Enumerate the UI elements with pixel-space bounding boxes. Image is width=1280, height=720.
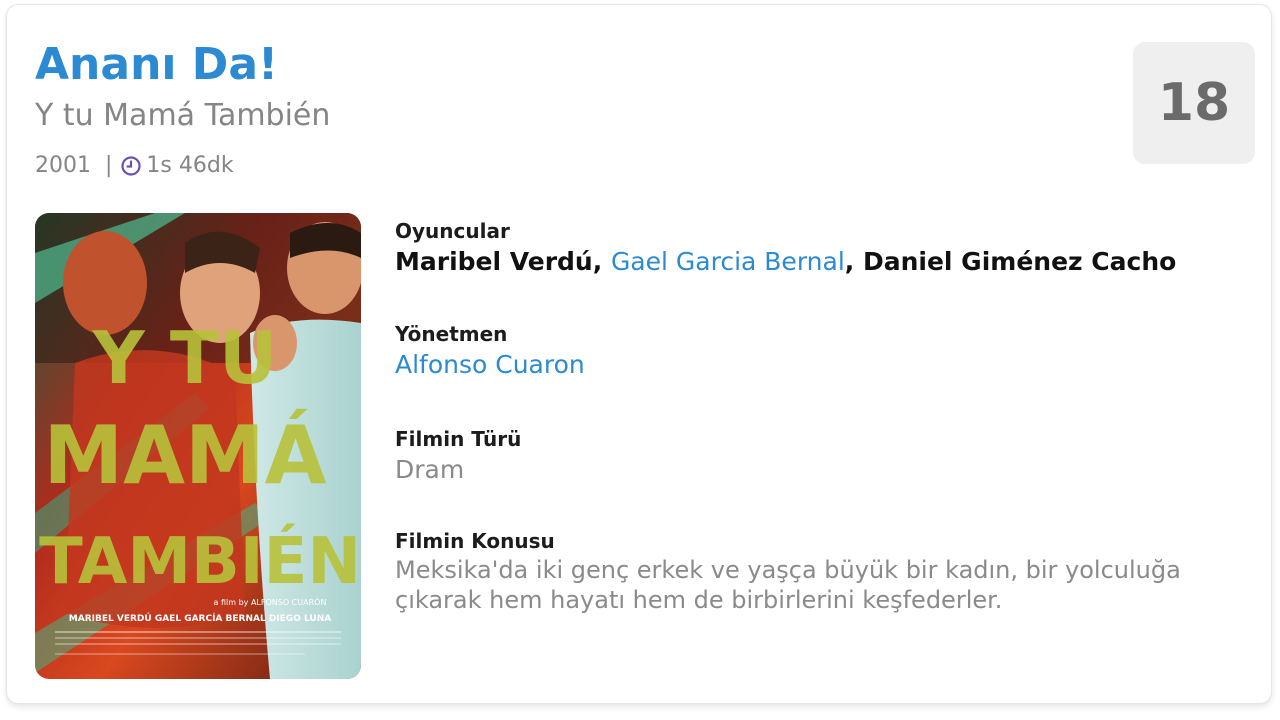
age-rating-badge: 18 — [1133, 42, 1255, 164]
original-title: Y tu Mamá También — [35, 98, 331, 133]
plot-section: Filmin Konusu Meksika'da iki genç erkek … — [395, 527, 1255, 615]
movie-poster[interactable]: Y TU MAMÁ TAMBIÉN a film by ALFONSO CUAR… — [35, 213, 361, 679]
genre-section: Filmin Türü Dram — [395, 425, 521, 487]
movie-card: Ananı Da! Y tu Mamá También 2001 | 1s 46… — [6, 4, 1272, 704]
director-label: Yönetmen — [395, 322, 508, 346]
genre-value: Dram — [395, 455, 465, 484]
movie-meta: 2001 | 1s 46dk — [35, 151, 234, 181]
actor-name[interactable]: Daniel Giménez Cacho — [863, 247, 1176, 276]
poster-title-line-2: MAMÁ — [43, 408, 326, 502]
duration: 1s 46dk — [146, 153, 234, 178]
poster-cast-credit: MARIBEL VERDÚ GAEL GARCÍA BERNAL DIEGO L… — [69, 612, 331, 624]
release-year: 2001 — [35, 153, 91, 178]
actors-section: Oyuncular Maribel Verdú, Gael Garcia Ber… — [395, 217, 1176, 279]
poster-director-credit: a film by ALFONSO CUARÓN — [214, 596, 327, 607]
actors-label: Oyuncular — [395, 219, 510, 243]
actor-separator: , — [844, 247, 863, 276]
poster-title-line-1: Y TU — [92, 316, 278, 400]
actor-link[interactable]: Gael Garcia Bernal — [611, 247, 845, 276]
actor-separator: , — [592, 247, 611, 276]
genre-label: Filmin Türü — [395, 427, 522, 451]
actor-name[interactable]: Maribel Verdú — [395, 247, 593, 276]
plot-label: Filmin Konusu — [395, 529, 555, 553]
director-section: Yönetmen Alfonso Cuaron — [395, 320, 585, 382]
director-link[interactable]: Alfonso Cuaron — [395, 348, 585, 382]
movie-title[interactable]: Ananı Da! — [35, 39, 278, 91]
poster-title-line-3: TAMBIÉN — [39, 523, 361, 599]
meta-separator: | — [105, 153, 113, 178]
clock-icon — [120, 155, 142, 177]
plot-text: Meksika'da iki genç erkek ve yaşça büyük… — [395, 556, 1181, 614]
actors-list: Maribel Verdú, Gael Garcia Bernal, Danie… — [395, 245, 1176, 279]
